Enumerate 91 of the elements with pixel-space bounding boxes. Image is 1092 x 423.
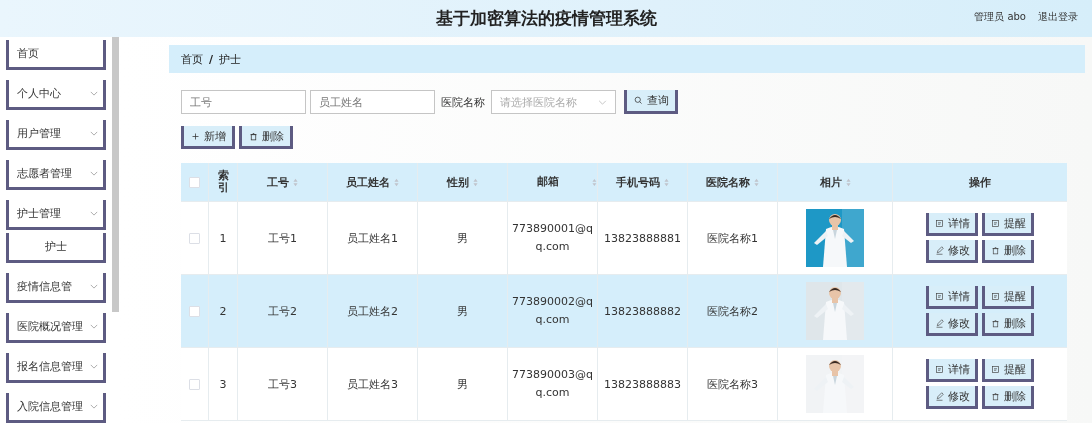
chevron-down-icon xyxy=(90,364,98,369)
table-cell: 13823888881 xyxy=(604,231,681,245)
table-cell: 员工姓名1 xyxy=(347,230,398,246)
delete-button[interactable]: 删除 xyxy=(982,313,1034,336)
sort-icon[interactable] xyxy=(473,177,478,187)
remind-button[interactable]: 提醒 xyxy=(982,286,1034,309)
edit-button[interactable]: 修改 xyxy=(926,240,978,263)
document-icon xyxy=(934,218,944,228)
table-cell-text: 773890001@qq.com xyxy=(511,221,594,255)
remind-button[interactable]: 提醒 xyxy=(982,213,1034,236)
sidebar-item[interactable]: 护士管理 xyxy=(6,200,106,230)
delete-button[interactable]: 删除 xyxy=(982,240,1034,263)
window-title: 基于加密算法的疫情管理系统 xyxy=(435,7,657,30)
chevron-down-icon xyxy=(90,284,98,289)
document-icon xyxy=(990,218,1000,228)
search-field[interactable]: 员工姓名 xyxy=(310,90,435,114)
sort-icon[interactable] xyxy=(664,177,669,187)
sort-icon[interactable] xyxy=(394,177,399,187)
sort-icon[interactable] xyxy=(293,177,298,187)
sidebar-item[interactable]: 志愿者管理 xyxy=(6,160,106,190)
scrollbar[interactable] xyxy=(112,37,119,312)
sidebar-item[interactable]: 首页 xyxy=(6,40,106,70)
pencil-icon xyxy=(934,245,944,255)
chevron-down-icon xyxy=(90,324,98,329)
view-button[interactable]: 详情 xyxy=(926,359,978,382)
table-cell-text: 773890003@qq.com xyxy=(511,367,594,401)
table-cell: 13823888883 xyxy=(604,377,681,391)
chevron-down-icon xyxy=(90,404,98,409)
sidebar-item[interactable]: 用户管理 xyxy=(6,120,106,150)
chevron-down-icon xyxy=(90,211,98,216)
sidebar-item[interactable]: 入院信息管理 xyxy=(6,393,106,423)
sidebar-item[interactable]: 报名信息管理 xyxy=(6,353,106,383)
row-checkbox[interactable] xyxy=(189,232,200,244)
table-cell-text: 773890002@qq.com xyxy=(511,294,594,328)
table-cell: 工号1 xyxy=(268,230,297,246)
view-button[interactable]: 详情 xyxy=(926,286,978,309)
table-cell: 男 xyxy=(457,376,468,392)
delete-button[interactable]: 删除 xyxy=(982,386,1034,409)
sort-icon[interactable] xyxy=(592,177,597,187)
select-all-checkbox[interactable] xyxy=(189,176,200,188)
sidebar-item[interactable]: 疫情信息管 xyxy=(6,273,106,303)
document-icon xyxy=(934,364,944,374)
pencil-icon xyxy=(934,318,944,328)
sidebar-item[interactable]: 医院概况管理 xyxy=(6,313,106,343)
field-label: 医院名称 xyxy=(441,94,485,110)
breadcrumb-item[interactable]: 首页 xyxy=(181,51,203,67)
search-icon xyxy=(633,96,643,105)
logout-link[interactable]: 退出登录 xyxy=(1038,10,1078,24)
table-cell: 员工姓名2 xyxy=(347,303,398,319)
trash-icon xyxy=(990,245,1000,255)
query-button[interactable]: 查询 xyxy=(624,90,678,114)
document-icon xyxy=(990,291,1000,301)
chevron-down-icon xyxy=(598,99,607,105)
sidebar-item[interactable]: 个人中心 xyxy=(6,80,106,110)
row-checkbox[interactable] xyxy=(189,378,200,390)
table-cell: 医院名称2 xyxy=(707,303,758,319)
sort-icon[interactable] xyxy=(754,177,759,187)
row-checkbox[interactable] xyxy=(189,305,200,317)
table-cell: 工号2 xyxy=(268,303,297,319)
table-cell: 3 xyxy=(219,377,227,391)
chevron-down-icon xyxy=(90,91,98,96)
trash-icon xyxy=(990,391,1000,401)
trash-icon xyxy=(990,318,1000,328)
table-cell: 工号3 xyxy=(268,376,297,392)
edit-button[interactable]: 修改 xyxy=(926,386,978,409)
document-icon xyxy=(934,291,944,301)
remind-button[interactable]: 提醒 xyxy=(982,359,1034,382)
view-button[interactable]: 详情 xyxy=(926,213,978,236)
delete-button[interactable]: 删除 xyxy=(239,126,293,149)
table-cell: 男 xyxy=(457,303,468,319)
breadcrumb-separator: / xyxy=(209,52,214,66)
sidebar-subitem[interactable]: 护士 xyxy=(6,233,106,263)
table-cell: 医院名称1 xyxy=(707,230,758,246)
table-cell: 2 xyxy=(219,304,227,318)
document-icon xyxy=(990,364,1000,374)
table-cell: 员工姓名3 xyxy=(347,376,398,392)
chevron-down-icon xyxy=(90,131,98,136)
add-button[interactable]: 新增 xyxy=(181,126,235,149)
search-field[interactable]: 工号 xyxy=(181,90,306,114)
plus-icon xyxy=(190,131,200,141)
table-cell: 1 xyxy=(219,231,227,245)
table-cell: 13823888882 xyxy=(604,304,681,318)
breadcrumb-item[interactable]: 护士 xyxy=(219,51,242,67)
user-name: 管理员 abo xyxy=(974,10,1026,24)
sort-icon[interactable] xyxy=(845,177,851,187)
pencil-icon xyxy=(934,391,944,401)
table-cell: 男 xyxy=(457,230,468,246)
table-cell: 医院名称3 xyxy=(707,376,758,392)
edit-button[interactable]: 修改 xyxy=(926,313,978,336)
trash-icon xyxy=(248,131,258,141)
chevron-down-icon xyxy=(90,171,98,176)
